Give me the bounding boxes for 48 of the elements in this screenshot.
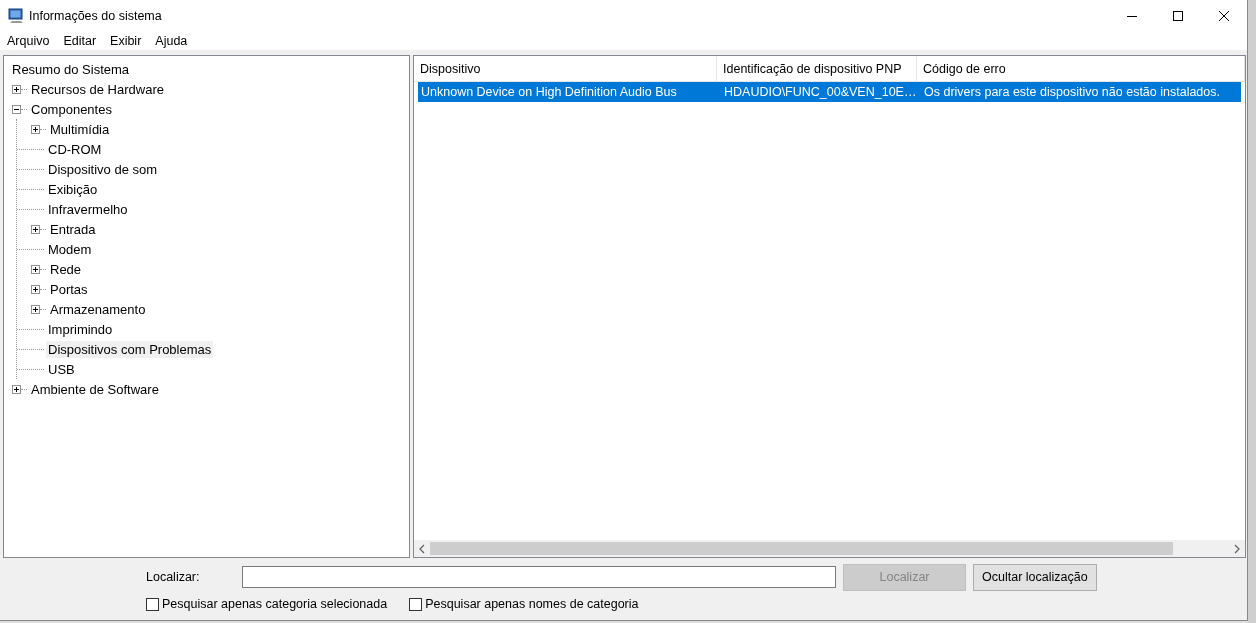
tree-item[interactable]: Armazenamento <box>48 300 148 318</box>
expand-icon[interactable] <box>31 284 40 294</box>
table-cell-text: HDAUDIO\FUNC_00&VEN_10E… <box>723 84 918 101</box>
find-field[interactable] <box>242 566 836 588</box>
window-title: Informações do sistema <box>29 8 162 23</box>
tree-item[interactable]: CD-ROM <box>46 140 104 158</box>
find-label: Localizar: <box>146 570 201 584</box>
tree-item[interactable]: Exibição <box>46 180 100 198</box>
hide-find-button[interactable]: Ocultar localização <box>973 563 1097 591</box>
tree-item[interactable]: Entrada <box>48 220 98 238</box>
menu-item[interactable]: Ajuda <box>155 33 188 48</box>
tree-item[interactable]: Dispositivo de som <box>46 160 160 178</box>
collapse-icon[interactable] <box>12 104 21 114</box>
expand-icon[interactable] <box>31 224 40 234</box>
expand-icon[interactable] <box>12 84 21 94</box>
checkbox-label[interactable]: Pesquisar apenas nomes de categoria <box>425 597 639 611</box>
tree-item[interactable]: Modem <box>46 240 94 258</box>
column-header[interactable]: Código de erro <box>917 56 1245 81</box>
tree-item[interactable]: Multimídia <box>48 120 112 138</box>
checkbox[interactable] <box>146 597 159 611</box>
tree-item[interactable]: Rede <box>48 260 84 278</box>
horizontal-scrollbar[interactable] <box>414 540 1245 557</box>
tree-item[interactable]: Portas <box>48 280 90 298</box>
tree-item[interactable]: Componentes <box>29 100 114 118</box>
menu-item[interactable]: Exibir <box>110 33 142 48</box>
table-cell-text: Unknown Device on High Definition Audio Bus <box>420 84 678 101</box>
tree-item[interactable]: USB <box>46 360 77 378</box>
column-header[interactable]: Dispositivo <box>414 56 717 81</box>
maximize-icon[interactable] <box>1173 10 1183 21</box>
tree-item[interactable]: Imprimindo <box>46 320 115 338</box>
tree-item[interactable]: Dispositivos com Problemas <box>46 340 214 358</box>
table-row[interactable]: Unknown Device on High Definition Audio Bus HDAUDIO\FUNC_00&VEN_10E… Os drivers para este dispositivo não estão instalados. <box>418 82 1241 102</box>
computer-icon <box>8 7 24 24</box>
menu-item[interactable]: Editar <box>63 33 97 48</box>
close-icon[interactable] <box>1219 10 1229 21</box>
expand-icon[interactable] <box>12 384 21 394</box>
expand-icon[interactable] <box>31 304 40 314</box>
tree-item[interactable]: Recursos de Hardware <box>29 80 166 98</box>
table-cell-text: Os drivers para este dispositivo não estão instalados. <box>923 84 1221 101</box>
tree-item[interactable]: Ambiente de Software <box>29 380 161 398</box>
menu-item[interactable]: Arquivo <box>7 33 50 48</box>
expand-icon[interactable] <box>31 124 40 134</box>
checkbox[interactable] <box>409 597 423 611</box>
tree-item[interactable]: Resumo do Sistema <box>10 60 132 78</box>
column-header[interactable]: Identificação de dispositivo PNP <box>717 56 917 81</box>
checkbox-label[interactable]: Pesquisar apenas categoria selecionada <box>162 597 388 611</box>
tree-item[interactable]: Infravermelho <box>46 200 130 218</box>
expand-icon[interactable] <box>31 264 40 274</box>
